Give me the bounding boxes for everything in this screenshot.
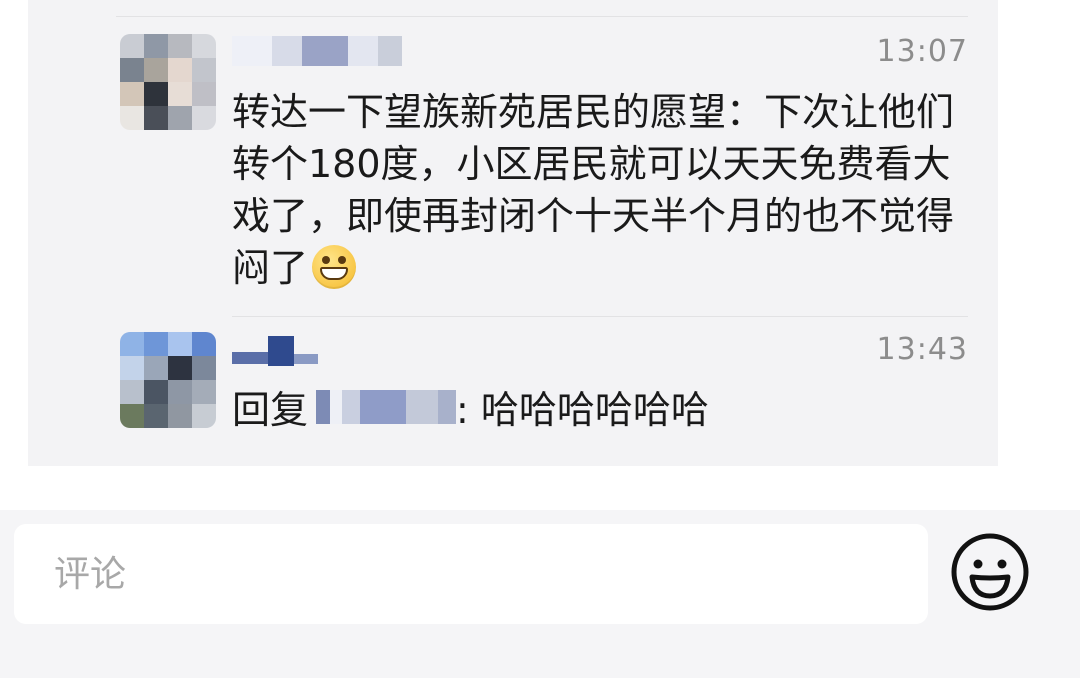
comment-composer: [0, 510, 1080, 678]
comment-timestamp: 13:43: [876, 332, 968, 367]
replied-username-obscured[interactable]: [308, 390, 457, 424]
avatar[interactable]: [120, 34, 216, 130]
reply-prefix: 回复: [232, 388, 309, 432]
grinning-face-icon: [312, 245, 357, 289]
comments-panel: 13:07 转达一下望族新苑居民的愿望：下次让他们转个180度，小区居民就可以天…: [28, 0, 998, 466]
avatar[interactable]: [120, 332, 216, 428]
comment-input[interactable]: [14, 524, 928, 624]
comment-timestamp: 13:07: [876, 34, 968, 69]
divider: [232, 316, 968, 317]
username-obscured[interactable]: [232, 34, 402, 68]
smiley-face-icon: [951, 533, 1029, 611]
comment-reply-text: 回复 : 哈哈哈哈哈哈: [232, 384, 972, 436]
reply-text: : 哈哈哈哈哈哈: [456, 388, 709, 432]
emoji-button[interactable]: [950, 532, 1030, 612]
comment-text: 转达一下望族新苑居民的愿望：下次让他们转个180度，小区居民就可以天天免费看大戏…: [232, 86, 972, 294]
username-obscured[interactable]: [232, 334, 318, 368]
divider: [116, 16, 968, 17]
